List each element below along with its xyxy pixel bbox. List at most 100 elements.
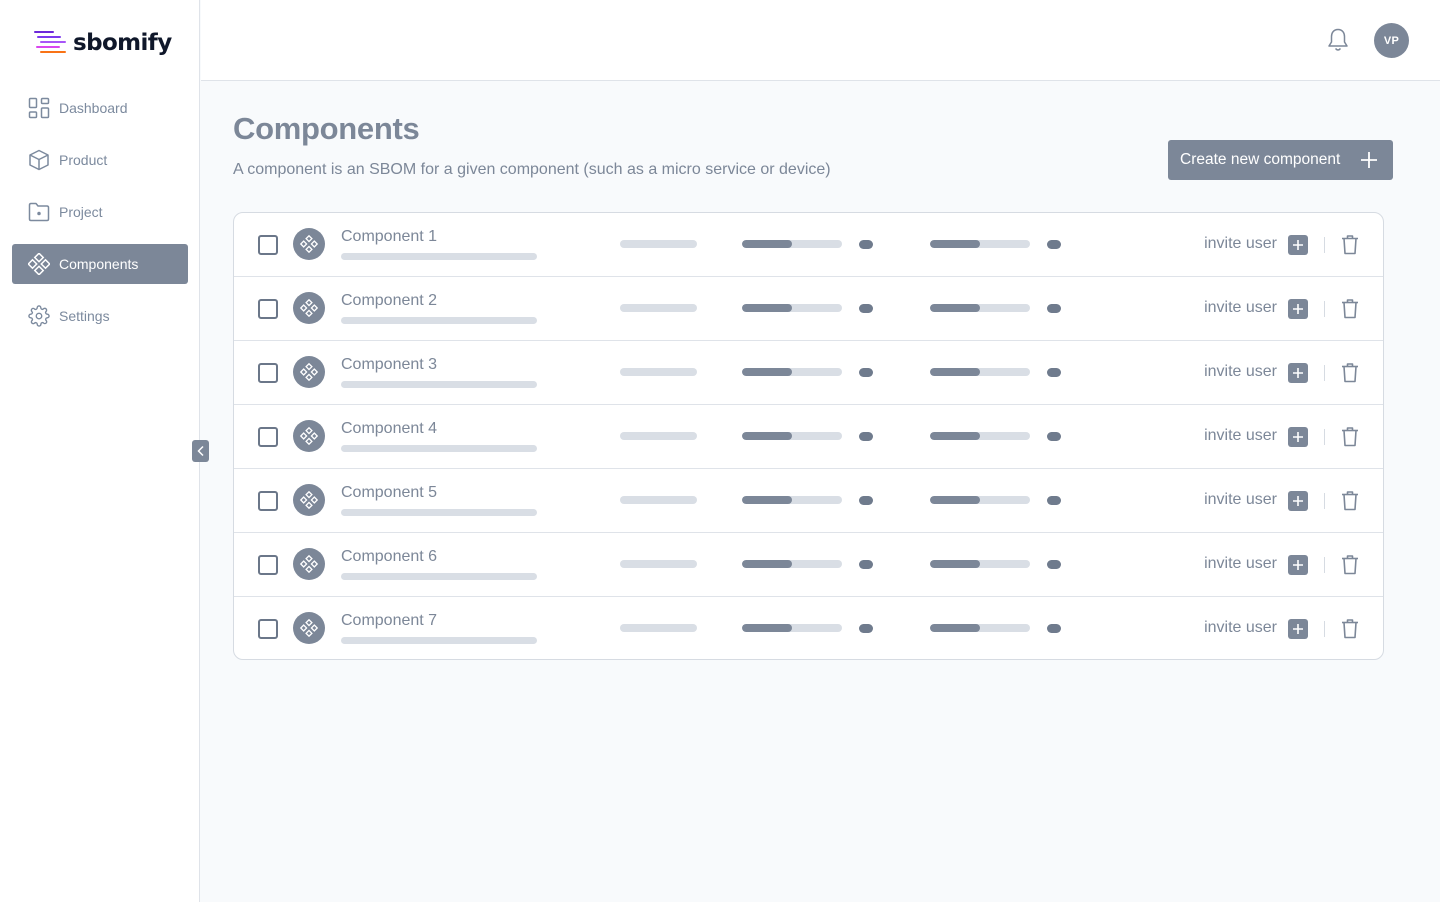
progress-fill xyxy=(742,240,792,248)
placeholder-bar xyxy=(341,637,537,644)
sidebar-item-label: Product xyxy=(59,152,108,168)
progress-fill xyxy=(742,496,792,504)
trash-icon[interactable] xyxy=(1341,490,1359,511)
divider xyxy=(1324,429,1325,445)
invite-user-link[interactable]: invite user xyxy=(1204,363,1277,381)
invite-user-button[interactable] xyxy=(1288,363,1308,383)
progress-bar xyxy=(930,240,1030,248)
progress-fill xyxy=(930,560,980,568)
sidebar-item-label: Settings xyxy=(59,308,110,324)
component-icon xyxy=(293,292,325,324)
table-row[interactable]: Component 7 invite user xyxy=(234,597,1383,659)
sidebar-collapse-button[interactable] xyxy=(192,440,209,462)
trash-icon[interactable] xyxy=(1341,426,1359,447)
component-name[interactable]: Component 6 xyxy=(341,548,437,566)
sidebar-item-dashboard[interactable]: Dashboard xyxy=(12,88,188,128)
row-checkbox[interactable] xyxy=(258,619,278,639)
sidebar-item-settings[interactable]: Settings xyxy=(12,296,188,336)
component-icon xyxy=(293,612,325,644)
invite-user-button[interactable] xyxy=(1288,299,1308,319)
trash-icon[interactable] xyxy=(1341,234,1359,255)
component-name[interactable]: Component 1 xyxy=(341,228,437,246)
table-row[interactable]: Component 6 invite user xyxy=(234,533,1383,597)
trash-icon[interactable] xyxy=(1341,618,1359,639)
plus-icon xyxy=(1293,432,1303,442)
status-dot xyxy=(859,240,873,249)
invite-user-link[interactable]: invite user xyxy=(1204,299,1277,317)
progress-bar xyxy=(930,496,1030,504)
logo[interactable]: sbomify xyxy=(34,30,172,56)
row-checkbox[interactable] xyxy=(258,555,278,575)
progress-bar xyxy=(742,432,842,440)
invite-user-button[interactable] xyxy=(1288,555,1308,575)
status-dot xyxy=(1047,496,1061,505)
status-dot xyxy=(1047,432,1061,441)
placeholder-bar xyxy=(341,573,537,580)
folder-icon xyxy=(27,201,50,224)
invite-user-link[interactable]: invite user xyxy=(1204,427,1277,445)
divider xyxy=(1324,301,1325,317)
table-row[interactable]: Component 3 invite user xyxy=(234,341,1383,405)
progress-bar xyxy=(742,560,842,568)
trash-icon[interactable] xyxy=(1341,554,1359,575)
sidebar-item-product[interactable]: Product xyxy=(12,140,188,180)
invite-user-link[interactable]: invite user xyxy=(1204,619,1277,637)
trash-icon[interactable] xyxy=(1341,362,1359,383)
component-name[interactable]: Component 2 xyxy=(341,292,437,310)
progress-fill xyxy=(930,432,980,440)
chevron-left-icon xyxy=(196,445,204,457)
invite-user-link[interactable]: invite user xyxy=(1204,235,1277,253)
table-row[interactable]: Component 5 invite user xyxy=(234,469,1383,533)
row-checkbox[interactable] xyxy=(258,491,278,511)
progress-bar xyxy=(930,368,1030,376)
row-checkbox[interactable] xyxy=(258,299,278,319)
sidebar-item-project[interactable]: Project xyxy=(12,192,188,232)
invite-user-button[interactable] xyxy=(1288,619,1308,639)
sidebar-item-label: Dashboard xyxy=(59,100,128,116)
table-row[interactable]: Component 2 invite user xyxy=(234,277,1383,341)
table-row[interactable]: Component 4 invite user xyxy=(234,405,1383,469)
row-checkbox[interactable] xyxy=(258,235,278,255)
progress-bar xyxy=(742,368,842,376)
table-row[interactable]: Component 1 invite user xyxy=(234,213,1383,277)
invite-user-button[interactable] xyxy=(1288,235,1308,255)
create-component-button[interactable]: Create new component xyxy=(1168,140,1393,180)
bell-icon[interactable] xyxy=(1326,27,1350,53)
plus-icon xyxy=(1293,496,1303,506)
placeholder-bar xyxy=(341,253,537,260)
top-bar: VP xyxy=(201,0,1440,81)
progress-bar xyxy=(742,624,842,632)
invite-user-button[interactable] xyxy=(1288,427,1308,447)
placeholder-pill xyxy=(620,432,697,440)
placeholder-bar xyxy=(341,317,537,324)
invite-user-link[interactable]: invite user xyxy=(1204,555,1277,573)
status-dot xyxy=(1047,240,1061,249)
row-checkbox[interactable] xyxy=(258,427,278,447)
progress-bar xyxy=(930,432,1030,440)
progress-bar xyxy=(742,496,842,504)
progress-fill xyxy=(930,624,980,632)
sidebar-item-components[interactable]: Components xyxy=(12,244,188,284)
row-checkbox[interactable] xyxy=(258,363,278,383)
progress-fill xyxy=(930,368,980,376)
placeholder-pill xyxy=(620,240,697,248)
invite-user-button[interactable] xyxy=(1288,491,1308,511)
component-name[interactable]: Component 5 xyxy=(341,484,437,502)
status-dot xyxy=(1047,368,1061,377)
component-name[interactable]: Component 7 xyxy=(341,612,437,630)
logo-text: sbomify xyxy=(73,30,172,56)
components-table: Component 1 invite user Component 2 invi… xyxy=(233,212,1384,660)
avatar[interactable]: VP xyxy=(1374,23,1409,58)
trash-icon[interactable] xyxy=(1341,298,1359,319)
status-dot xyxy=(1047,624,1061,633)
component-icon xyxy=(293,420,325,452)
invite-user-link[interactable]: invite user xyxy=(1204,491,1277,509)
create-component-label: Create new component xyxy=(1180,151,1341,168)
page-subtitle: A component is an SBOM for a given compo… xyxy=(233,161,831,178)
placeholder-pill xyxy=(620,560,697,568)
sidebar-item-label: Components xyxy=(59,256,139,272)
status-dot xyxy=(859,432,873,441)
progress-fill xyxy=(742,304,792,312)
component-name[interactable]: Component 4 xyxy=(341,420,437,438)
component-name[interactable]: Component 3 xyxy=(341,356,437,374)
